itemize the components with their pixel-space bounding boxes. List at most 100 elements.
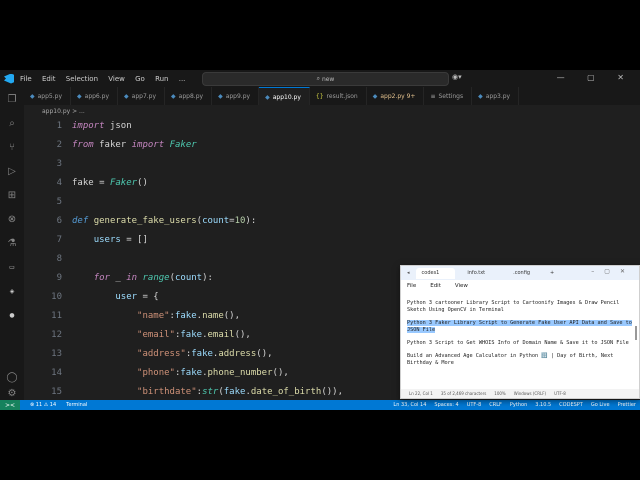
python-file-icon: ◆	[265, 93, 270, 101]
tab-app2[interactable]: ◆ app2.py 9+	[367, 87, 425, 105]
code-line: 4 fake = Faker()	[24, 174, 640, 193]
python-file-icon: ◆	[372, 92, 378, 100]
tab-label: app10.py	[272, 93, 301, 101]
database-icon[interactable]: ▭	[0, 255, 24, 279]
python-file-icon: ◆	[77, 92, 82, 100]
prettier-button[interactable]: Prettier	[618, 402, 636, 408]
tab-label: app6.py	[84, 92, 110, 100]
breadcrumb[interactable]: app10.py > ...	[24, 105, 640, 117]
text-paragraph: Python 3 Script to Get WHOIS Info of Dom…	[407, 340, 629, 346]
tab-label: result.json	[326, 92, 358, 100]
codesnap-button[interactable]: CODESPT	[559, 402, 583, 408]
notepad-tab-codes1[interactable]: codes1	[415, 267, 456, 279]
python-file-icon: ◆	[171, 92, 176, 100]
window-controls[interactable]: — ▢ ✕	[557, 73, 634, 82]
notepad-menu: File Edit View	[401, 280, 639, 292]
line-number: 9	[56, 273, 62, 283]
menu-view[interactable]: View	[108, 75, 125, 83]
tab-app6[interactable]: ◆ app6.py	[71, 87, 119, 105]
code-line: 3	[24, 155, 640, 174]
tab-app8[interactable]: ◆ app8.py	[165, 87, 213, 105]
notepad-menu-file[interactable]: File	[407, 283, 416, 289]
settings-file-icon: ≡	[430, 92, 436, 100]
copilot-icon[interactable]: ◉▾	[452, 73, 462, 81]
tab-app10[interactable]: ◆ app10.py	[259, 87, 310, 105]
selected-paragraph: Python 3 Faker Library Script to Generat…	[407, 320, 633, 334]
end-of-line[interactable]: CRLF	[489, 402, 502, 408]
python-file-icon: ◆	[30, 92, 35, 100]
notepad-titlebar: ◂ codes1 info.txt .config + –▢✕	[401, 266, 639, 280]
activity-bar: ❐ ⌕ ⑂ ▷ ⊞ ⊗ ⚗ ▭ ◈ ● ◯ ⚙	[0, 87, 24, 400]
status-bar: >< ⊗ 11 ⚠ 14 Terminal Ln 33, Col 14 Spac…	[0, 400, 640, 410]
tab-label: app8.py	[178, 92, 204, 100]
menu-go[interactable]: Go	[135, 75, 145, 83]
testing-icon[interactable]: ⚗	[0, 231, 24, 255]
editor-tabs: ◆ app5.py ◆ app6.py ◆ app7.py ◆ app8.py ◆ app…	[24, 87, 640, 105]
tab-settings[interactable]: ≡ Settings	[424, 87, 473, 105]
notepad-text-area[interactable]: Python 3 cartooner Library Script to Car…	[401, 294, 640, 388]
tab-label: app7.py	[131, 92, 157, 100]
docker-icon[interactable]: ●	[0, 303, 24, 327]
code-line: 2 from faker import Faker	[24, 136, 640, 155]
python-icon[interactable]: ◈	[0, 279, 24, 303]
menu-more[interactable]: ...	[179, 75, 186, 83]
source-control-icon[interactable]: ⑂	[0, 135, 24, 159]
test-icon[interactable]: ⊗	[0, 207, 24, 231]
tab-label: app2.py 9+	[380, 92, 416, 100]
line-number: 7	[56, 235, 62, 245]
menu-selection[interactable]: Selection	[66, 75, 98, 83]
command-center-text: new	[321, 75, 335, 83]
text-paragraph: Python 3 cartooner Library Script to Car…	[407, 300, 620, 313]
command-center-search[interactable]: ⌕ new	[202, 72, 449, 86]
tab-result-json[interactable]: {} result.json	[310, 87, 367, 105]
title-bar: File Edit Selection View Go Run ... ←→ ⌕…	[0, 70, 640, 87]
cursor-position[interactable]: Ln 33, Col 14	[393, 402, 426, 408]
line-number: 2	[56, 140, 62, 150]
notepad-scrollbar[interactable]	[635, 326, 637, 340]
notepad-menu-edit[interactable]: Edit	[430, 283, 441, 289]
vscode-logo-icon	[4, 73, 14, 84]
menu-file[interactable]: File	[20, 75, 32, 83]
text-paragraph: Build an Advanced Age Calculator in Pyth…	[407, 353, 614, 366]
problems-indicator[interactable]: ⊗ 11 ⚠ 14	[30, 402, 56, 408]
notepad-tab-config[interactable]: .config	[507, 268, 546, 279]
line-number: 10	[51, 292, 62, 302]
explorer-icon[interactable]: ❐	[0, 87, 24, 111]
python-version[interactable]: 3.10.5	[535, 402, 551, 408]
language-mode[interactable]: Python	[510, 402, 527, 408]
tab-app3[interactable]: ◆ app3.py	[472, 87, 520, 105]
notepad-window-controls[interactable]: –▢✕	[591, 268, 635, 275]
indentation[interactable]: Spaces: 4	[434, 402, 458, 408]
menu-run[interactable]: Run	[155, 75, 168, 83]
run-debug-icon[interactable]: ▷	[0, 159, 24, 183]
line-number: 6	[56, 216, 62, 226]
tab-label: codes1	[421, 270, 440, 276]
tab-app5[interactable]: ◆ app5.py	[24, 87, 72, 105]
new-tab-icon[interactable]: +	[550, 270, 554, 276]
go-live-button[interactable]: Go Live	[591, 402, 610, 408]
encoding[interactable]: UTF-8	[467, 402, 482, 408]
tab-app9[interactable]: ◆ app9.py	[212, 87, 260, 105]
extensions-icon[interactable]: ⊞	[0, 183, 24, 207]
python-file-icon: ◆	[124, 92, 129, 100]
notepad-window: ◂ codes1 info.txt .config + –▢✕ File Edi…	[400, 265, 640, 399]
menu-edit[interactable]: Edit	[42, 75, 56, 83]
vscode-window: File Edit Selection View Go Run ... ←→ ⌕…	[0, 70, 640, 410]
code-line: 5	[24, 193, 640, 212]
line-number: 4	[56, 178, 62, 188]
line-number: 14	[51, 368, 62, 378]
code-line: 1 import json	[24, 117, 640, 136]
notepad-zoom: 100%	[494, 391, 506, 396]
notepad-status-bar: Ln 22, Col 1 35 of 2,469 characters 100%…	[401, 389, 639, 398]
remote-indicator[interactable]: ><	[0, 400, 20, 410]
notepad-menu-view[interactable]: View	[455, 283, 468, 289]
notepad-app-icon: ◂	[407, 270, 410, 276]
search-icon[interactable]: ⌕	[0, 111, 24, 135]
line-number: 5	[56, 197, 62, 207]
python-file-icon: ◆	[478, 92, 483, 100]
tab-label: Settings	[438, 92, 464, 100]
terminal-button[interactable]: Terminal	[66, 402, 87, 408]
tab-app7[interactable]: ◆ app7.py	[118, 87, 166, 105]
notepad-tab-info[interactable]: info.txt	[461, 268, 501, 279]
line-number: 3	[56, 159, 62, 169]
